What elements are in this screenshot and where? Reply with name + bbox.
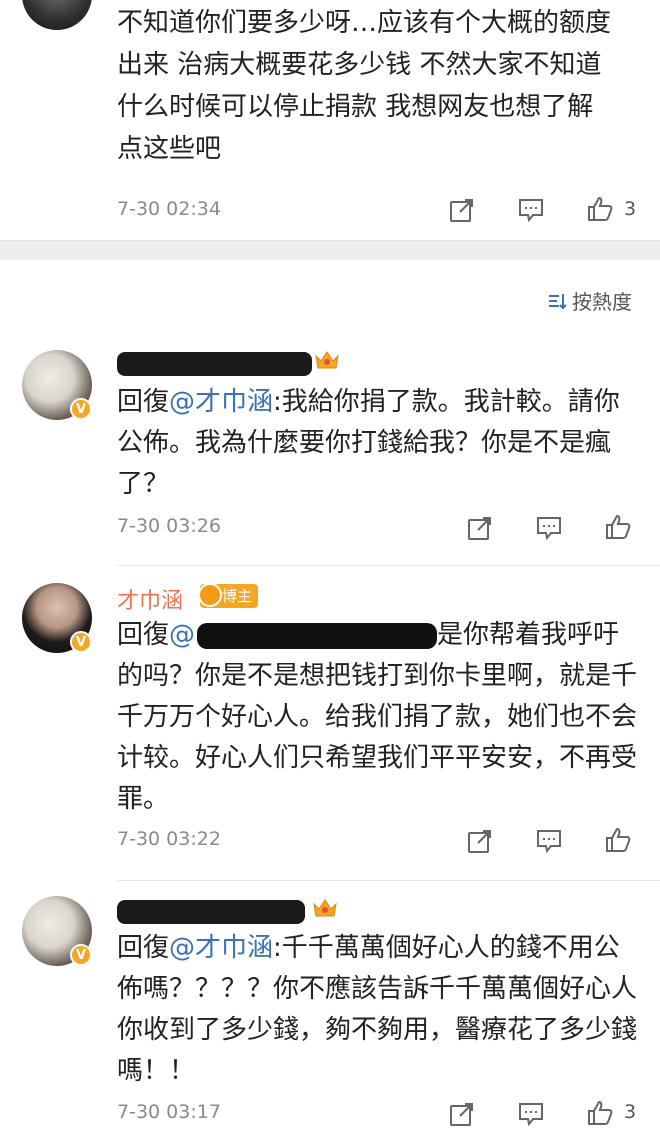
like-icon[interactable] — [603, 512, 633, 542]
mention-link[interactable]: @ — [169, 620, 195, 650]
username-redacted[interactable] — [117, 352, 312, 376]
avatar[interactable] — [22, 0, 92, 30]
sort-icon — [549, 293, 567, 309]
like-count: 3 — [624, 1101, 637, 1123]
crown-icon — [315, 351, 339, 369]
sort-label: 按熱度 — [572, 290, 632, 314]
comment-text: 回復@才巾涵:我給你捐了款。我計較。請你公佈。我為什麼要你打錢給我？你是不是瘋了… — [117, 387, 620, 499]
section-divider — [0, 240, 660, 260]
comment-time: 7-30 03:26 — [117, 515, 221, 537]
verified-icon: V — [70, 944, 92, 966]
comment-text: 回復@ 是你帮着我呼吁的吗？你是不是想把钱打到你卡里啊，就是千千万万个好心人。给我… — [117, 620, 638, 814]
comment-text: 不知道你们要多少呀…应该有个大概的额度 出来 治病大概要花多少钱 不然大家不知道… — [117, 8, 612, 164]
comment-time: 7-30 03:22 — [117, 828, 221, 850]
comment-icon[interactable] — [516, 195, 546, 225]
crown-icon — [313, 899, 337, 917]
like-icon[interactable] — [585, 1098, 615, 1128]
mention-link[interactable]: @才巾涵 — [169, 933, 273, 963]
verified-icon: V — [70, 398, 92, 420]
redacted-mention — [197, 622, 438, 649]
like-icon[interactable] — [603, 825, 633, 855]
share-icon[interactable] — [447, 1099, 477, 1129]
username-redacted[interactable] — [117, 900, 305, 924]
comment-icon[interactable] — [534, 513, 564, 543]
comment-icon[interactable] — [516, 1099, 546, 1129]
share-icon[interactable] — [447, 195, 477, 225]
top-comment: 不知道你们要多少呀…应该有个大概的额度 出来 治病大概要花多少钱 不然大家不知道… — [0, 0, 660, 240]
comment-time: 7-30 02:34 — [117, 198, 221, 220]
comment-icon[interactable] — [534, 826, 564, 856]
divider — [117, 565, 660, 566]
username[interactable]: 才巾涵 — [117, 583, 183, 615]
like-icon[interactable] — [585, 194, 615, 224]
like-count: 3 — [624, 198, 637, 220]
comment-text: 回復@才巾涵:千千萬萬個好心人的錢不用公佈嗎？？？？你不應該告訴千千萬萬個好心人… — [117, 933, 638, 1086]
share-icon[interactable] — [465, 826, 495, 856]
share-icon[interactable] — [465, 513, 495, 543]
comment-time: 7-30 03:17 — [117, 1101, 221, 1123]
mention-link[interactable]: @才巾涵 — [169, 387, 273, 417]
divider — [117, 880, 660, 881]
blogger-badge: 博主 — [198, 583, 259, 608]
badge-icon — [198, 583, 222, 607]
sort-button[interactable]: 按熱度 — [546, 286, 632, 315]
verified-icon: V — [70, 631, 92, 653]
